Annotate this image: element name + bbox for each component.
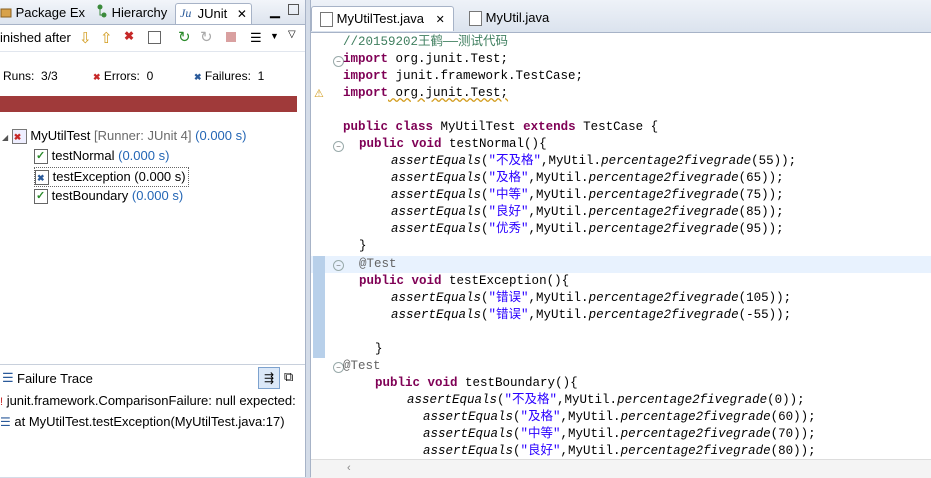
tab-label: Package Ex [15,5,85,20]
test-pass-icon: ✓ [34,189,48,205]
code-line: import org.junit.Test; [343,86,509,100]
failure-trace-header: ☰ Failure Trace ⇶ ⧉ [0,364,305,391]
change-marker [313,256,325,358]
view-menu-icon[interactable]: ▽ [288,29,296,40]
code-line: assertEquals("中等",MyUtil.percentage2five… [391,188,784,202]
compare-results-icon[interactable]: ⧉ [284,369,293,385]
left-tab-bar: Package Ex Hierarchy Ju JUnit ✕ ▁ [0,0,305,25]
code-line: public class MyUtilTest extends TestCase… [343,120,659,134]
test-fail-icon: ✖ [35,170,49,186]
svg-text:Ju: Ju [180,6,191,19]
code-line: public void testNormal(){ [359,137,547,151]
close-icon[interactable]: ✕ [237,7,247,21]
fold-icon[interactable]: − [333,260,344,271]
code-line: import org.junit.Test; [343,52,509,66]
code-line: } [359,239,367,253]
test-suite-icon: ✖ [11,129,27,145]
prev-failure-icon[interactable]: ⇧ [100,29,113,47]
test-progress-bar [0,96,297,112]
tab-label: Hierarchy [111,5,168,20]
code-line: import junit.framework.TestCase; [343,69,584,83]
code-line: public void testException(){ [359,274,570,288]
code-area[interactable]: − ⚠ − − − //20159202王鹤——测试代码 import org.… [311,34,931,459]
stop-icon[interactable] [226,32,236,42]
package-icon [0,4,12,24]
error-icon: ✖ [93,72,101,82]
junit-view: Package Ex Hierarchy Ju JUnit ✕ ▁ inishe… [0,0,306,477]
code-line: assertEquals("优秀",MyUtil.percentage2five… [391,222,784,236]
scroll-left-icon[interactable]: ‹ [347,462,351,474]
code-line: } [375,342,383,356]
tab-package-explorer[interactable]: Package Ex [0,3,89,23]
stack-frame-icon: ☰ [0,415,11,429]
java-file-icon [320,12,333,28]
editor-tab-bar: MyUtilTest.java ✕ MyUtil.java [311,0,931,33]
minimize-icon[interactable]: ▁ [270,3,280,19]
code-line: assertEquals("良好",MyUtil.percentage2five… [391,205,784,219]
collapse-icon[interactable]: ◢ [2,133,8,142]
failure-trace-title: Failure Trace [17,371,93,386]
history-icon[interactable]: ☰ [250,30,262,46]
code-line: //20159202王鹤——测试代码 [343,35,509,49]
tab-label: JUnit [197,6,228,21]
tree-root[interactable]: ◢ ✖ MyUtilTest [Runner: JUnit 4] (0.000 … [2,127,246,145]
code-line: @Test [359,257,397,271]
code-line: assertEquals("不及格",MyUtil.percentage2fiv… [391,154,797,168]
close-icon[interactable]: ✕ [436,14,445,26]
junit-toolbar: inished after ⇩ ⇧ ✖ ↻ ↻ ☰ ▼ ▽ [0,25,305,52]
current-line-highlight [311,256,931,273]
code-line: public void testBoundary(){ [375,376,578,390]
code-line: assertEquals("不及格",MyUtil.percentage2fiv… [407,393,805,407]
java-editor: MyUtilTest.java ✕ MyUtil.java − ⚠ − − − … [310,0,931,478]
code-line: assertEquals("良好",MyUtil.percentage2five… [423,444,816,458]
rerun-icon[interactable]: ↻ [178,28,191,46]
code-line: assertEquals("错误",MyUtil.percentage2five… [391,308,792,322]
trace-line-2[interactable]: ☰ at MyUtilTest.testException(MyUtilTest… [0,413,285,431]
java-file-icon [469,11,482,27]
code-line: assertEquals("错误",MyUtil.percentage2five… [391,291,792,305]
code-line: assertEquals("及格",MyUtil.percentage2five… [391,171,784,185]
trace-line-1[interactable]: ! junit.framework.ComparisonFailure: nul… [0,392,296,410]
maximize-icon[interactable] [288,4,299,15]
editor-tab-myutiltest[interactable]: MyUtilTest.java ✕ [311,6,454,31]
filter-stack-icon[interactable]: ⇶ [258,367,280,389]
code-line: assertEquals("及格",MyUtil.percentage2five… [423,410,816,424]
code-line: assertEquals("中等",MyUtil.percentage2five… [423,427,816,441]
exception-icon: ! [0,396,4,408]
status-label: inished after [0,30,71,45]
stack-trace-icon: ☰ [2,370,14,385]
test-counters: Runs: 3/3 ✖ Errors: 0 ✖ Failures: 1 [0,52,305,84]
warning-icon[interactable]: ⚠ [314,87,324,100]
failures-counter: ✖ Failures: 1 [194,69,265,83]
tab-junit[interactable]: Ju JUnit ✕ [175,3,252,24]
test-pass-icon: ✓ [34,149,48,165]
history-dropdown-icon[interactable]: ▼ [270,31,279,41]
tree-item-test-normal[interactable]: ✓ testNormal (0.000 s) [34,147,169,165]
code-line: @Test [343,359,381,373]
failure-icon: ✖ [194,72,202,82]
rerun-failed-icon[interactable]: ↻ [200,28,213,46]
runs-counter: Runs: 3/3 [3,69,58,83]
fold-icon[interactable]: − [333,141,344,152]
horizontal-scrollbar[interactable]: ‹ [311,459,931,478]
editor-tab-myutil[interactable]: MyUtil.java [461,6,557,30]
tab-hierarchy[interactable]: Hierarchy [92,3,171,23]
tree-item-test-exception[interactable]: ✖ testException (0.000 s) [34,167,189,187]
show-failures-only-icon[interactable]: ✖ [124,29,134,43]
errors-counter: ✖ Errors: 0 [93,69,154,83]
junit-icon: Ju [180,5,194,25]
scroll-lock-icon[interactable] [148,31,161,44]
hierarchy-icon [96,4,108,24]
next-failure-icon[interactable]: ⇩ [79,29,92,47]
tree-item-test-boundary[interactable]: ✓ testBoundary (0.000 s) [34,187,183,205]
